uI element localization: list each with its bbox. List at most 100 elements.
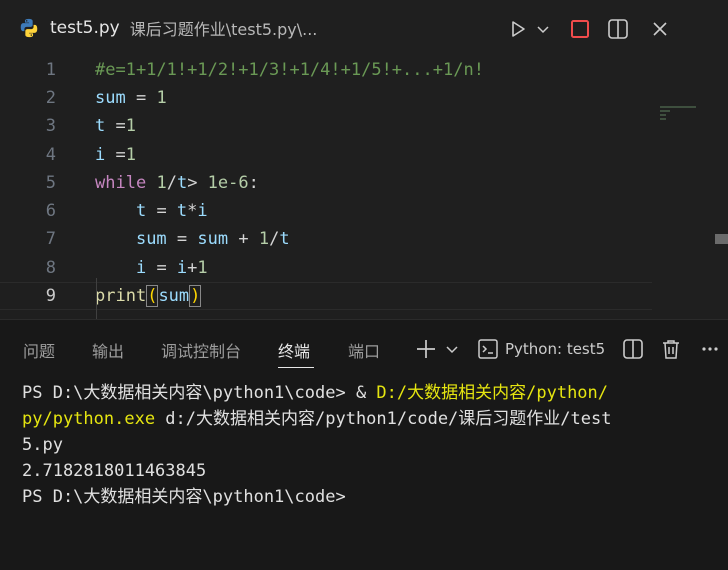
code-token: = bbox=[105, 145, 126, 165]
code-line[interactable]: 8 i = i+1 bbox=[0, 254, 652, 282]
code-token: ) bbox=[189, 285, 202, 307]
code-token: i bbox=[197, 201, 208, 221]
code-token: 1 bbox=[156, 173, 167, 193]
more-actions-button[interactable] bbox=[700, 334, 724, 364]
code-line[interactable]: 1 #e=1+1/1!+1/2!+1/3!+1/4!+1/5!+...+1/n! bbox=[0, 56, 652, 84]
code-token: sum bbox=[158, 286, 190, 306]
code-token: + bbox=[187, 258, 198, 278]
code-text: print(sum) bbox=[95, 285, 202, 307]
code-line[interactable]: 5 while 1/t> 1e-6: bbox=[0, 169, 652, 197]
code-token: i bbox=[135, 258, 147, 278]
code-text: #e=1+1/1!+1/2!+1/3!+1/4!+1/5!+...+1/n! bbox=[95, 60, 484, 80]
terminal-profiles-dropdown[interactable] bbox=[445, 334, 463, 364]
code-token: t bbox=[95, 116, 106, 136]
code-text: t =1 bbox=[95, 116, 136, 136]
python-file-icon bbox=[20, 18, 38, 38]
line-number: 4 bbox=[45, 145, 56, 165]
split-editor-icon bbox=[608, 19, 628, 39]
code-token: 1e-6 bbox=[207, 173, 249, 193]
code-line[interactable]: 6 t = t*i bbox=[0, 197, 652, 225]
code-token: t bbox=[176, 201, 188, 221]
code-token: #e=1+1/1!+1/2!+1/3!+1/4!+1/5!+...+1/n! bbox=[95, 60, 484, 80]
scrollbar-thumb[interactable] bbox=[715, 234, 728, 244]
code-token: ( bbox=[146, 285, 159, 307]
terminal-prompt: PS D:\大数据相关内容\python1\code> bbox=[22, 383, 356, 403]
tab-problems[interactable]: 问题 bbox=[23, 338, 55, 362]
code-token: sum bbox=[197, 229, 229, 249]
stop-icon bbox=[571, 20, 589, 38]
close-icon bbox=[653, 22, 667, 36]
panel-actions: Python: test5 bbox=[415, 334, 724, 364]
line-number: 9 bbox=[45, 286, 56, 306]
code-token: t bbox=[176, 173, 188, 193]
terminal-result: 2.7182818011463845 bbox=[22, 461, 207, 481]
panel-tab-bar: 问题 输出 调试控制台 终端 端口 Python: test5 bbox=[0, 320, 728, 376]
line-number: 8 bbox=[45, 258, 56, 278]
split-terminal-button[interactable] bbox=[622, 334, 646, 364]
code-line[interactable]: 3 t =1 bbox=[0, 112, 652, 140]
line-number: 5 bbox=[45, 173, 56, 193]
kill-terminal-button[interactable] bbox=[660, 334, 684, 364]
bottom-panel: 问题 输出 调试控制台 终端 端口 Python: test5 PS D:\大数… bbox=[0, 319, 728, 570]
terminal-command: py/python.exe bbox=[22, 409, 156, 429]
code-token: = bbox=[146, 201, 177, 221]
chevron-down-icon bbox=[537, 26, 549, 34]
trash-icon bbox=[663, 340, 680, 359]
tab-ports[interactable]: 端口 bbox=[348, 338, 380, 362]
code-token: / bbox=[269, 229, 280, 249]
terminal-output[interactable]: PS D:\大数据相关内容\python1\code> & D:/大数据相关内容… bbox=[22, 380, 714, 510]
terminal-instance[interactable]: Python: test5 bbox=[477, 334, 605, 364]
code-text: while 1/t> 1e-6: bbox=[95, 173, 259, 193]
code-token: while bbox=[95, 173, 147, 193]
code-token: : bbox=[248, 173, 259, 193]
editor-actions bbox=[506, 14, 728, 44]
close-tab-button[interactable] bbox=[648, 14, 672, 44]
code-token: > bbox=[187, 173, 208, 193]
tab-output[interactable]: 输出 bbox=[92, 338, 124, 362]
terminal-prompt: PS D:\大数据相关内容\python1\code> bbox=[22, 487, 346, 507]
terminal-line: py/python.exe d:/大数据相关内容/python1/code/课后… bbox=[22, 406, 714, 432]
line-number: 1 bbox=[45, 60, 56, 80]
code-token: sum bbox=[135, 229, 167, 249]
code-line[interactable]: 2 sum = 1 bbox=[0, 84, 652, 112]
code-token: 1 bbox=[125, 116, 136, 136]
code-token: = bbox=[125, 88, 157, 108]
code-token: i bbox=[176, 258, 188, 278]
code-editor[interactable]: 1 #e=1+1/1!+1/2!+1/3!+1/4!+1/5!+...+1/n! 2… bbox=[0, 56, 728, 336]
code-line[interactable]: 9 print(sum) bbox=[0, 282, 652, 310]
tab-filename: test5.py bbox=[50, 18, 120, 38]
new-terminal-button[interactable] bbox=[415, 334, 439, 364]
line-number: 2 bbox=[45, 88, 56, 108]
terminal-name: Python: test5 bbox=[505, 340, 606, 358]
run-options-dropdown[interactable] bbox=[534, 14, 552, 44]
code-token: sum bbox=[95, 88, 126, 108]
stop-button[interactable] bbox=[568, 14, 592, 44]
play-icon bbox=[512, 21, 525, 37]
code-token: 1 bbox=[258, 229, 270, 249]
line-number: 7 bbox=[45, 229, 56, 249]
code-token: 1 bbox=[156, 88, 167, 108]
code-token: / bbox=[166, 173, 177, 193]
editor-tab[interactable]: test5.py 课后习题作业\test5.py\... bbox=[18, 13, 317, 43]
plus-icon bbox=[417, 340, 435, 358]
split-editor-button[interactable] bbox=[606, 14, 630, 44]
code-token: = bbox=[146, 258, 177, 278]
code-line[interactable]: 4 i =1 bbox=[0, 141, 652, 169]
run-python-file-button[interactable] bbox=[506, 14, 530, 44]
tab-terminal[interactable]: 终端 bbox=[278, 338, 310, 362]
tab-debug-console[interactable]: 调试控制台 bbox=[161, 338, 241, 362]
code-token: i bbox=[95, 145, 106, 165]
terminal-icon bbox=[478, 339, 498, 359]
minimap[interactable] bbox=[660, 106, 700, 130]
tab-breadcrumb-path: 课后习题作业\test5.py\... bbox=[129, 20, 318, 39]
code-token: + bbox=[228, 229, 259, 249]
code-token: = bbox=[166, 229, 198, 249]
terminal-argument: d:/大数据相关内容/python1/code/课后习题作业/test bbox=[155, 409, 612, 429]
code-text: i = i+1 bbox=[95, 258, 208, 278]
code-text: sum = 1 bbox=[95, 88, 167, 108]
code-line[interactable]: 7 sum = sum + 1/t bbox=[0, 225, 652, 253]
